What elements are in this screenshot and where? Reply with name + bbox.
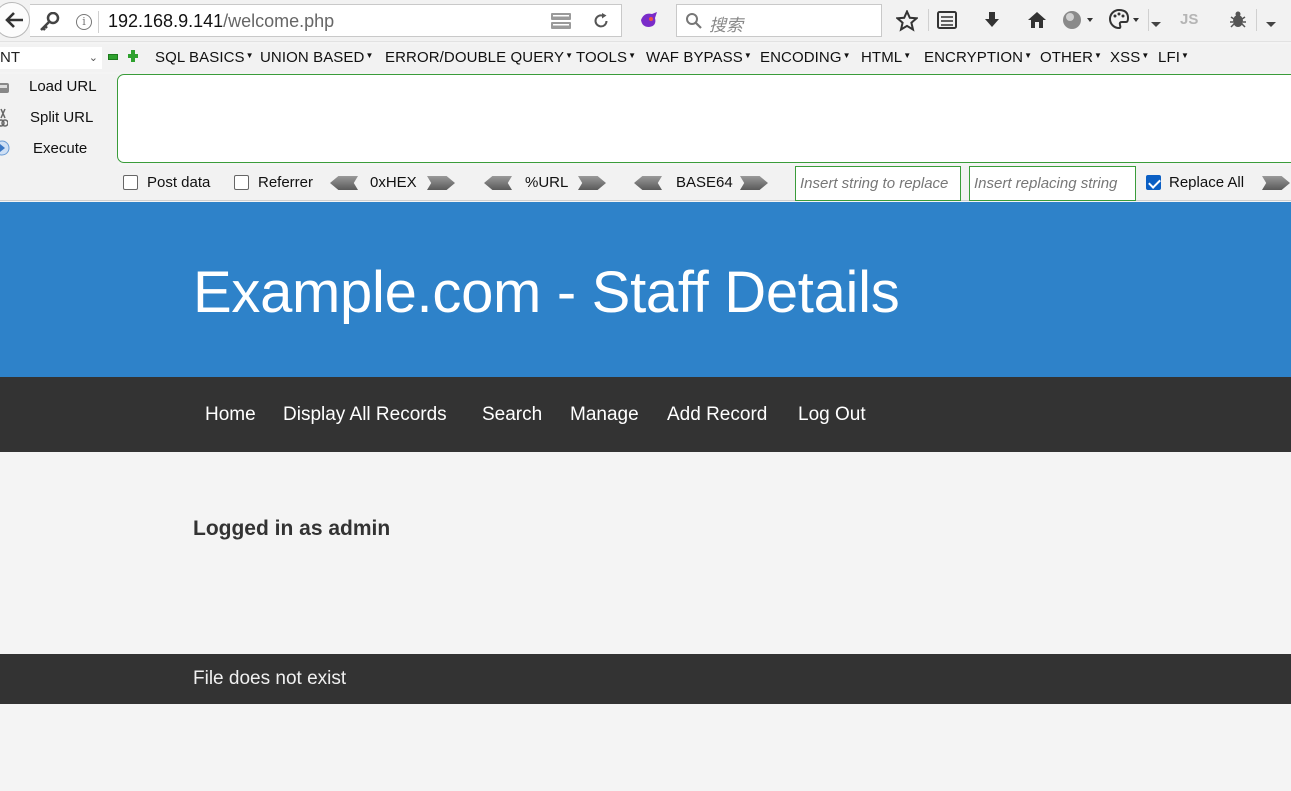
load-url-icon: [0, 80, 10, 101]
method-select[interactable]: NT ⌄: [0, 47, 102, 69]
nav-search[interactable]: Search: [482, 404, 542, 426]
menu-error-double-query[interactable]: ERROR/DOUBLE QUERY▼: [385, 49, 573, 66]
search-placeholder: 搜索: [709, 16, 743, 36]
toolbar-separator: [1256, 9, 1257, 31]
split-url-button[interactable]: Split URL: [30, 109, 93, 126]
js-toggle-icon[interactable]: JS: [1180, 11, 1198, 28]
menu-tools[interactable]: TOOLS▼: [576, 49, 636, 66]
palette-menu-icon[interactable]: [1108, 8, 1140, 37]
url-encode-label: %URL: [525, 174, 569, 191]
replacing-string-input[interactable]: Insert replacing string: [969, 166, 1136, 201]
menu-dropdown-icon[interactable]: [1265, 16, 1277, 34]
method-select-value: NT: [0, 49, 20, 66]
hex-decode-arrow-icon[interactable]: [330, 176, 358, 190]
menu-lfi[interactable]: LFI▼: [1158, 49, 1189, 66]
info-icon[interactable]: i: [76, 14, 92, 30]
reader-view-icon[interactable]: [550, 11, 572, 36]
nav-manage[interactable]: Manage: [570, 404, 639, 426]
footer-message: File does not exist: [193, 668, 347, 689]
hex-label: 0xHEX: [370, 174, 417, 191]
globe-menu-icon[interactable]: [1062, 9, 1094, 36]
load-url-button[interactable]: Load URL: [29, 78, 97, 95]
hackbar-url-textarea[interactable]: [117, 74, 1291, 163]
address-bar[interactable]: i 192.168.9.141/welcome.php: [30, 4, 622, 37]
browser-toolbar: i 192.168.9.141/welcome.php 搜索 JS: [0, 0, 1291, 42]
replace-all-label: Replace All: [1169, 174, 1245, 191]
chevron-down-icon: ⌄: [88, 52, 98, 64]
key-icon[interactable]: [38, 11, 60, 37]
post-data-checkbox[interactable]: [123, 175, 138, 190]
back-button[interactable]: [0, 2, 30, 38]
nav-log-out[interactable]: Log Out: [798, 404, 866, 426]
menu-encryption[interactable]: ENCRYPTION▼: [924, 49, 1032, 66]
hex-encode-arrow-icon[interactable]: [427, 176, 455, 190]
hackbar-menu-bar: NT ⌄ SQL BASICS▼ UNION BASED▼ ERROR/DOUB…: [0, 44, 1291, 72]
toolbar-separator: [928, 9, 929, 31]
execute-icon: [0, 140, 10, 161]
search-box[interactable]: 搜索: [676, 4, 882, 37]
base64-encode-arrow-icon[interactable]: [740, 176, 768, 190]
post-data-label: Post data: [147, 174, 211, 191]
base64-label: BASE64: [676, 174, 733, 191]
nav-display-all-records[interactable]: Display All Records: [283, 404, 447, 426]
site-footer: File does not exist: [0, 654, 1291, 704]
url-host: 192.168.9.141: [108, 11, 224, 31]
menu-html[interactable]: HTML▼: [861, 49, 911, 66]
login-status: Logged in as admin: [193, 517, 391, 540]
page-title: Example.com - Staff Details: [193, 260, 900, 325]
replace-arrow-icon[interactable]: [1262, 176, 1290, 190]
menu-waf-bypass[interactable]: WAF BYPASS▼: [646, 49, 752, 66]
main-content: Logged in as admin: [0, 452, 1291, 654]
increase-icon[interactable]: [127, 49, 139, 63]
url-separator: [98, 11, 99, 33]
decrease-icon[interactable]: [108, 54, 118, 60]
bookmark-star-icon[interactable]: [895, 9, 919, 37]
base64-decode-arrow-icon[interactable]: [634, 176, 662, 190]
page-background: [0, 704, 1291, 791]
split-url-icon: [0, 108, 9, 133]
menu-xss[interactable]: XSS▼: [1110, 49, 1149, 66]
url-encode-arrow-icon[interactable]: [578, 176, 606, 190]
download-icon[interactable]: [982, 10, 1002, 35]
menu-other[interactable]: OTHER▼: [1040, 49, 1102, 66]
url-path: /welcome.php: [223, 11, 335, 31]
url-text[interactable]: 192.168.9.141/welcome.php: [108, 11, 334, 32]
hackbar-options: Post data Referrer 0xHEX %URL BASE64 Ins…: [0, 166, 1291, 201]
bug-icon[interactable]: [1228, 10, 1248, 35]
nav-add-record[interactable]: Add Record: [667, 404, 767, 426]
nav-home[interactable]: Home: [205, 404, 256, 426]
referrer-label: Referrer: [258, 174, 314, 191]
replace-string-input[interactable]: Insert string to replace: [795, 166, 961, 201]
execute-button[interactable]: Execute: [33, 140, 87, 157]
reload-icon[interactable]: [592, 12, 610, 35]
site-header: Example.com - Staff Details: [0, 202, 1291, 377]
reading-list-icon[interactable]: [937, 11, 957, 34]
hackbar-actions: Load URL Split URL Execute: [0, 74, 118, 166]
toolbar-separator: [1148, 9, 1149, 31]
overflow-dropdown-icon[interactable]: [1150, 16, 1162, 34]
home-icon[interactable]: [1026, 10, 1048, 35]
search-icon: [685, 12, 703, 35]
menu-encoding[interactable]: ENCODING▼: [760, 49, 851, 66]
referrer-checkbox[interactable]: [234, 175, 249, 190]
site-nav: Home Display All Records Search Manage A…: [0, 377, 1291, 452]
menu-sql-basics[interactable]: SQL BASICS▼: [155, 49, 254, 66]
extension-icon[interactable]: [638, 10, 660, 35]
menu-union-based[interactable]: UNION BASED▼: [260, 49, 373, 66]
browser-window: i 192.168.9.141/welcome.php 搜索 JS NT ⌄ S…: [0, 0, 1291, 791]
replace-all-checkbox[interactable]: [1146, 175, 1161, 190]
url-decode-arrow-icon[interactable]: [484, 176, 512, 190]
